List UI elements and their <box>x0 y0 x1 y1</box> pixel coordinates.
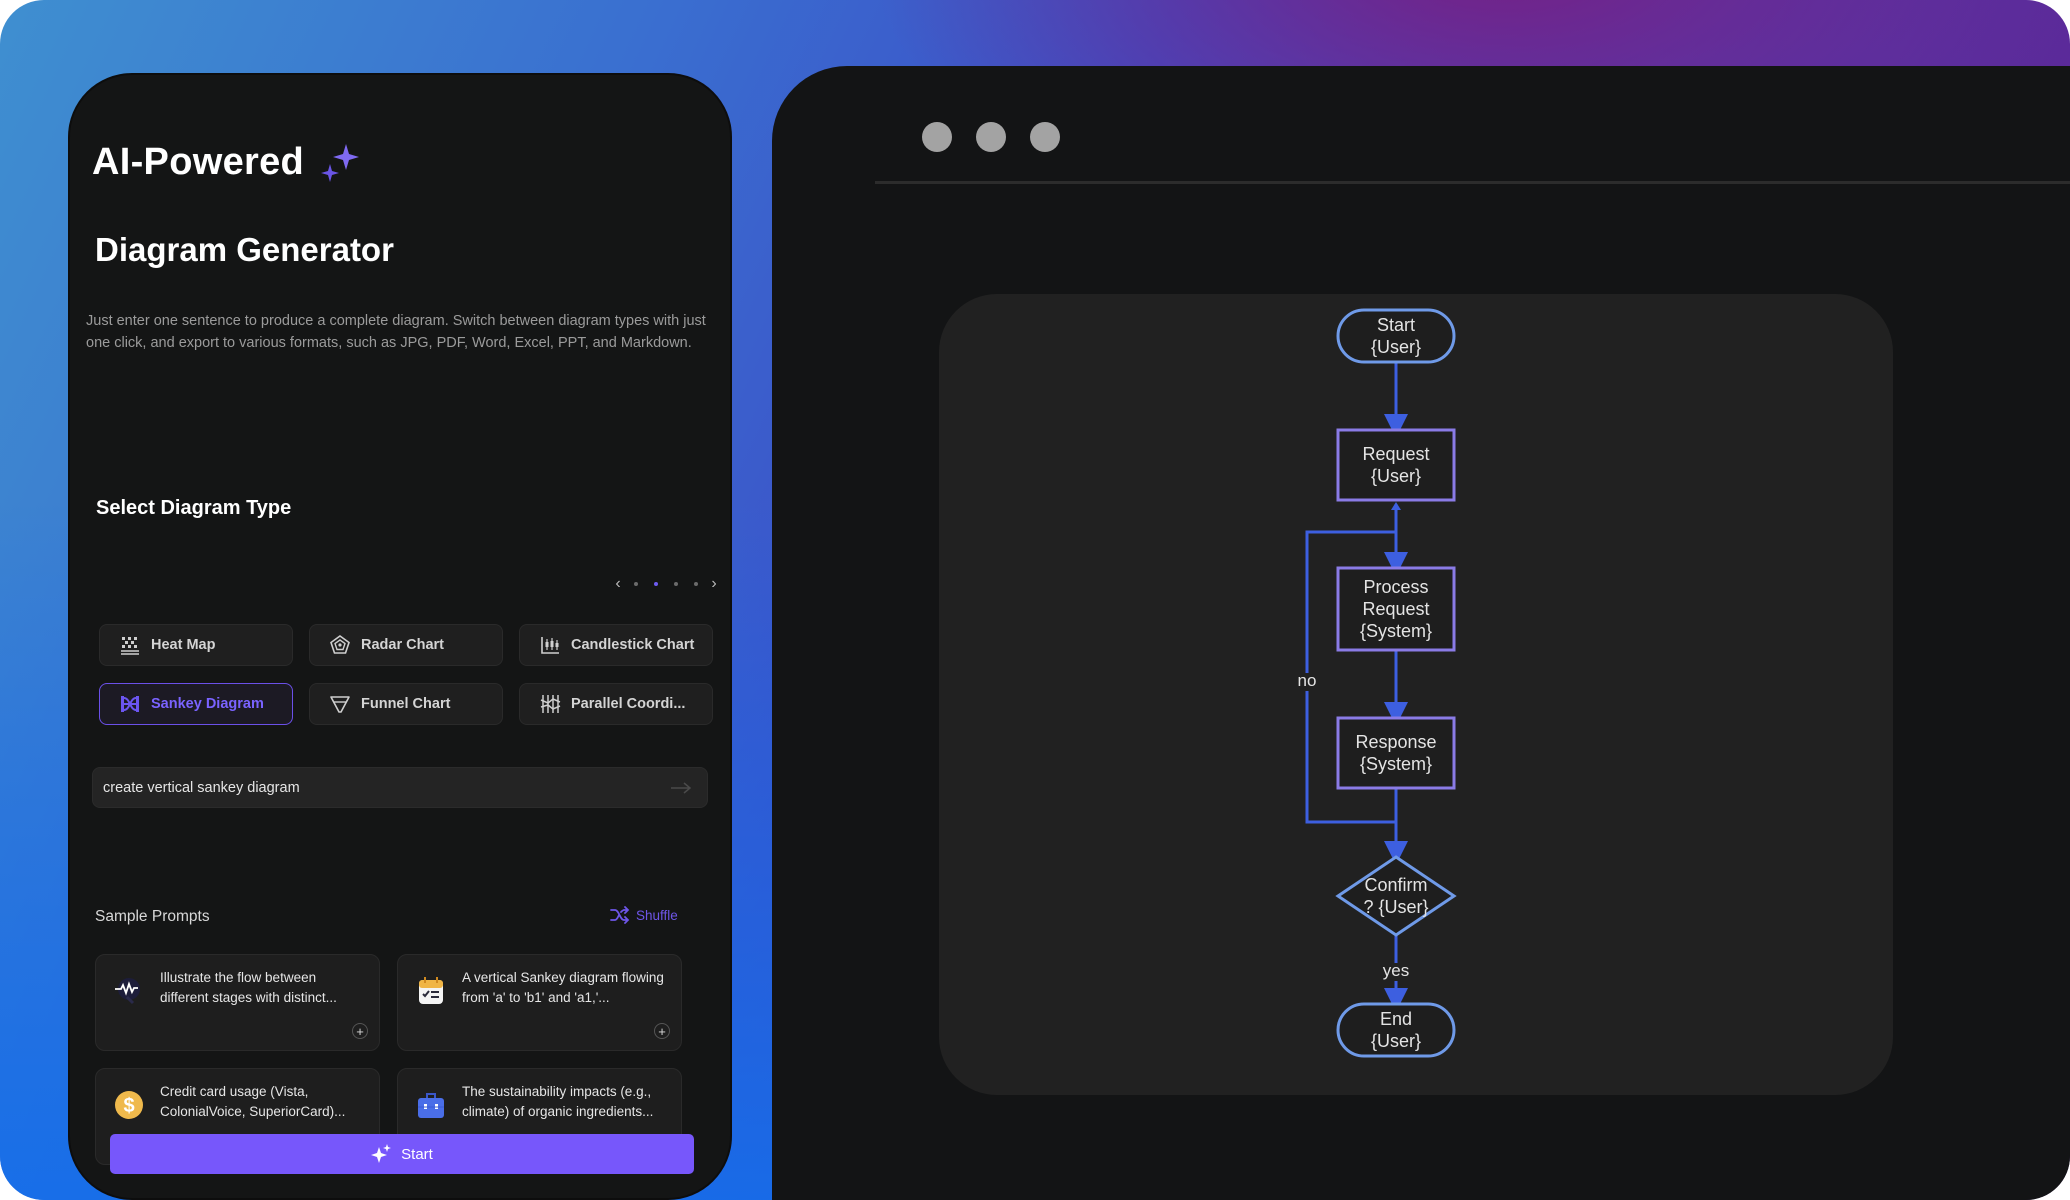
type-parallel-coordinates[interactable]: Parallel Coordi... <box>519 683 713 725</box>
description: Just enter one sentence to produce a com… <box>86 313 706 351</box>
type-funnel-chart[interactable]: Funnel Chart <box>309 683 503 725</box>
type-label: Parallel Coordi... <box>571 696 686 712</box>
start-button[interactable]: Start <box>110 1134 694 1174</box>
node-label: {User} <box>1371 337 1421 357</box>
window-dot[interactable] <box>922 122 952 152</box>
window-dot[interactable] <box>976 122 1006 152</box>
type-label: Funnel Chart <box>361 696 451 712</box>
prompt-input-box <box>92 767 708 808</box>
type-label: Radar Chart <box>361 637 444 653</box>
dollar-coin-icon: $ <box>115 1091 143 1119</box>
chevron-left-icon[interactable]: ‹ <box>610 575 626 593</box>
select-diagram-type-heading: Select Diagram Type <box>96 497 292 519</box>
sankey-diagram-icon <box>121 696 139 712</box>
edge-label-no: no <box>1298 671 1317 690</box>
start-label: Start <box>401 1145 433 1163</box>
node-label: {User} <box>1371 1031 1421 1051</box>
title-ai-powered: AI-Powered <box>92 140 362 184</box>
type-label: Candlestick Chart <box>571 637 695 653</box>
node-confirm <box>1335 855 1457 937</box>
sample-prompt-text: A vertical Sankey diagram flowing from '… <box>462 970 664 1005</box>
type-radar-chart[interactable]: Radar Chart <box>309 624 503 666</box>
type-label: Sankey Diagram <box>151 696 264 712</box>
type-label: Heat Map <box>151 637 216 653</box>
title-line1: AI-Powered <box>92 140 305 183</box>
sample-prompts-heading: Sample Prompts <box>95 908 210 925</box>
window-dot[interactable] <box>1030 122 1060 152</box>
flowchart: noyesStart{User}Request{User}ProcessRequ… <box>1293 308 1457 1058</box>
generator-panel: AI-Powered Diagram Generator Just enter … <box>70 75 730 1198</box>
node-label: {System} <box>1360 754 1432 774</box>
sample-prompt-card[interactable]: A vertical Sankey diagram flowing from '… <box>397 954 682 1051</box>
pager-dot-active[interactable] <box>654 582 658 586</box>
svg-text:$: $ <box>123 1095 134 1117</box>
pager-dot[interactable] <box>694 582 698 586</box>
arrow-right-icon[interactable] <box>669 780 693 796</box>
checklist-calendar-icon <box>419 977 443 1004</box>
sparkle-icon <box>321 144 360 182</box>
chevron-right-icon[interactable]: › <box>706 575 722 593</box>
candlestick-chart-icon <box>541 637 559 654</box>
toolbar-divider <box>875 181 2070 184</box>
shuffle-button[interactable]: Shuffle <box>610 906 678 924</box>
diagram-canvas: no yes Start {User} Request {User} Process Requ… <box>939 294 1893 1095</box>
node-label: Confirm <box>1364 875 1427 895</box>
sample-prompt-card[interactable]: Illustrate the flow between different st… <box>95 954 380 1051</box>
node-label: Response <box>1355 732 1436 752</box>
node-label: ? {User} <box>1363 897 1428 917</box>
node-request <box>1336 428 1456 502</box>
diagram-type-grid: Heat Map Radar Chart Candlestick Chart S… <box>99 624 715 725</box>
type-pager: ‹ › <box>610 573 722 595</box>
gradient-background: AI-Powered Diagram Generator Just enter … <box>0 0 2070 1200</box>
title-diagram-generator: Diagram Generator <box>95 231 394 268</box>
arrowhead-up <box>1391 502 1401 510</box>
sample-prompt-text: Credit card usage (Vista, ColonialVoice,… <box>160 1084 346 1119</box>
funnel-chart-icon <box>330 696 350 713</box>
pulse-search-icon <box>115 978 140 1005</box>
sparkle-icon <box>371 1144 392 1163</box>
window-controls <box>922 122 1060 152</box>
radar-chart-icon <box>330 635 350 654</box>
briefcase-icon <box>418 1093 444 1118</box>
type-sankey-diagram[interactable]: Sankey Diagram <box>99 683 293 725</box>
sample-prompt-text: The sustainability impacts (e.g., climat… <box>462 1084 654 1119</box>
node-label: Request <box>1362 444 1429 464</box>
add-icon[interactable]: + <box>654 1023 670 1039</box>
node-label: End <box>1380 1009 1412 1029</box>
shuffle-label: Shuffle <box>636 907 678 923</box>
node-label: Process <box>1363 577 1428 597</box>
type-heat-map[interactable]: Heat Map <box>99 624 293 666</box>
node-label: Start <box>1377 315 1415 335</box>
node-label: {System} <box>1360 621 1432 641</box>
shuffle-icon <box>610 906 630 924</box>
sample-prompt-text: Illustrate the flow between different st… <box>160 970 337 1005</box>
node-label: {User} <box>1371 466 1421 486</box>
edge-label-yes: yes <box>1383 961 1409 980</box>
type-candlestick-chart[interactable]: Candlestick Chart <box>519 624 713 666</box>
add-icon[interactable]: + <box>352 1023 368 1039</box>
node-response <box>1336 716 1456 790</box>
parallel-coordinates-icon <box>540 695 561 713</box>
prompt-input[interactable] <box>93 778 669 797</box>
pager-dot[interactable] <box>674 582 678 586</box>
pager-dot[interactable] <box>634 582 638 586</box>
node-label: Request <box>1362 599 1429 619</box>
preview-window: no yes Start {User} Request {User} Process Requ… <box>772 66 2070 1200</box>
heatmap-icon <box>121 637 139 655</box>
